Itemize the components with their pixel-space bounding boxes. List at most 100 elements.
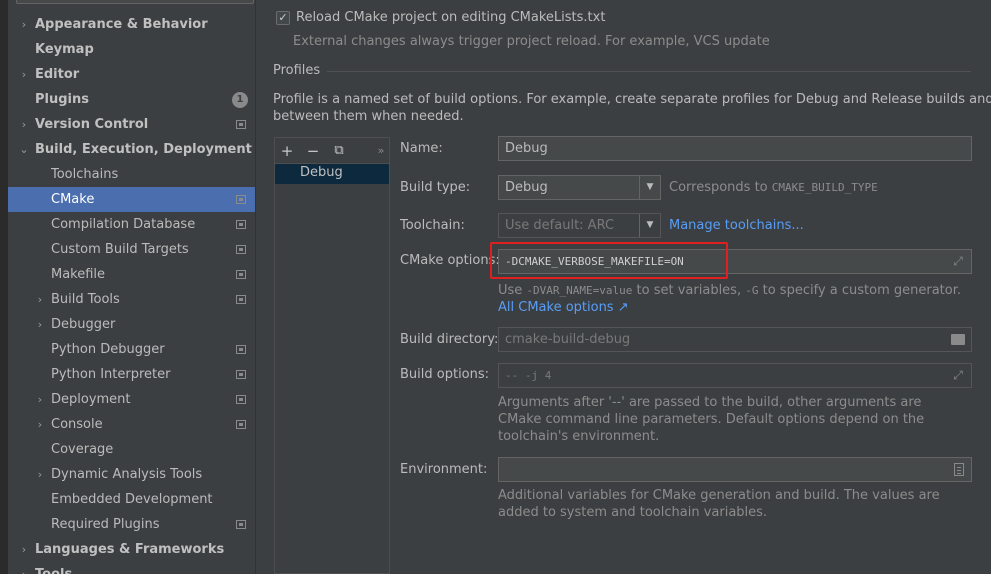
profiles-separator (327, 71, 971, 72)
sidebar-item-toolchains[interactable]: Toolchains (8, 162, 255, 187)
chevron-right-icon[interactable]: › (18, 62, 30, 87)
reload-checkbox[interactable]: ✓ (276, 11, 290, 25)
sidebar-item-cmake[interactable]: CMake (8, 187, 255, 212)
sidebar-item-python-debugger[interactable]: Python Debugger (8, 337, 255, 362)
chevron-right-icon[interactable]: › (34, 462, 46, 487)
profile-name-field[interactable]: Debug (498, 136, 972, 161)
build-directory-label: Build directory: (400, 332, 499, 347)
chevron-right-icon[interactable]: › (18, 12, 30, 37)
manage-toolchains-link[interactable]: Manage toolchains... (669, 218, 804, 233)
sidebar-item-custom-build-targets[interactable]: Custom Build Targets (8, 237, 255, 262)
reload-note: External changes always trigger project … (293, 34, 770, 49)
reload-checkbox-label: Reload CMake project on editing CMakeLis… (296, 10, 606, 25)
add-profile-button[interactable]: + (278, 142, 296, 160)
chevron-right-icon[interactable]: › (18, 562, 30, 574)
sidebar-item-label: Python Interpreter (51, 367, 171, 382)
project-scope-icon (236, 220, 246, 229)
sidebar-item-label: Build, Execution, Deployment (35, 142, 252, 157)
cmake-settings-panel: ✓ Reload CMake project on editing CMakeL… (257, 0, 991, 574)
sidebar-item-label: Compilation Database (51, 217, 196, 232)
chevron-down-icon[interactable]: ⌄ (18, 137, 30, 162)
project-scope-icon (236, 395, 246, 404)
build-directory-field[interactable]: cmake-build-debug (498, 327, 972, 352)
sidebar-item-label: Python Debugger (51, 342, 165, 357)
more-actions-button[interactable]: » (372, 142, 390, 160)
profile-list-item[interactable]: Debug (275, 164, 389, 184)
sidebar-item-editor[interactable]: › Editor (8, 62, 255, 87)
sidebar-item-required-plugins[interactable]: Required Plugins (8, 512, 255, 537)
sidebar-item-languages-frameworks[interactable]: › Languages & Frameworks (8, 537, 255, 562)
build-type-var: CMAKE_BUILD_TYPE (771, 181, 878, 194)
project-scope-icon (236, 270, 246, 279)
chevron-right-icon[interactable]: › (34, 312, 46, 337)
chevron-right-icon[interactable]: › (18, 537, 30, 562)
sidebar-item-label: Makefile (51, 267, 106, 282)
sidebar-item-label: Required Plugins (51, 517, 160, 532)
sidebar-item-keymap[interactable]: Keymap (8, 37, 255, 62)
profiles-description-line2: between them when needed. (273, 109, 464, 124)
sidebar-item-label: Custom Build Targets (51, 242, 189, 257)
build-type-note: Corresponds to CMAKE_BUILD_TYPE (669, 180, 878, 195)
hint-end: to specify a custom generator. (762, 283, 962, 298)
sidebar-item-appearance-behavior[interactable]: › Appearance & Behavior (8, 12, 255, 37)
project-scope-icon (236, 520, 246, 529)
sidebar-item-label: Appearance & Behavior (35, 17, 208, 32)
sidebar-item-deployment[interactable]: › Deployment (8, 387, 255, 412)
sidebar-item-label: CMake (51, 192, 95, 207)
build-options-field[interactable]: -- -j 4 ⤢ (498, 363, 972, 388)
project-scope-icon (236, 295, 246, 304)
document-icon[interactable] (954, 463, 964, 476)
sidebar-item-version-control[interactable]: › Version Control (8, 112, 255, 137)
project-scope-icon (236, 370, 246, 379)
sidebar-item-embedded-development[interactable]: Embedded Development (8, 487, 255, 512)
sidebar-item-python-interpreter[interactable]: Python Interpreter (8, 362, 255, 387)
sidebar-item-compilation-database[interactable]: Compilation Database (8, 212, 255, 237)
sidebar-item-label: Toolchains (51, 167, 119, 182)
chevron-right-icon[interactable]: › (18, 112, 30, 137)
hint-mid: to set variables, (636, 283, 742, 298)
chevron-down-icon: ▼ (639, 214, 660, 237)
name-label: Name: (400, 141, 443, 156)
sidebar-item-console[interactable]: › Console (8, 412, 255, 437)
build-type-label: Build type: (400, 180, 471, 195)
sidebar-item-dynamic-analysis-tools[interactable]: › Dynamic Analysis Tools (8, 462, 255, 487)
sidebar-item-label: Languages & Frameworks (35, 542, 225, 557)
chevron-right-icon[interactable]: › (34, 387, 46, 412)
sidebar-item-build-execution-deployment[interactable]: ⌄ Build, Execution, Deployment (8, 137, 255, 162)
profile-list-item-label: Debug (300, 165, 343, 180)
left-edge-strip (0, 0, 8, 574)
sidebar-item-label: Keymap (35, 42, 94, 57)
settings-search-input[interactable] (16, 0, 254, 4)
expand-icon[interactable]: ⤢ (951, 368, 965, 382)
sidebar-item-build-tools[interactable]: › Build Tools (8, 287, 255, 312)
sidebar-item-coverage[interactable]: Coverage (8, 437, 255, 462)
profiles-header: Profiles (273, 63, 321, 78)
all-cmake-options-link[interactable]: All CMake options ↗ (498, 300, 629, 315)
folder-icon[interactable] (951, 334, 965, 345)
sidebar-item-debugger[interactable]: › Debugger (8, 312, 255, 337)
environment-field[interactable] (498, 457, 972, 482)
cmake-options-hint: Use -DVAR_NAME=value to set variables, -… (498, 283, 961, 298)
sidebar-item-makefile[interactable]: Makefile (8, 262, 255, 287)
build-options-note-line2: CMake command line parameters. Default o… (498, 412, 925, 427)
environment-note-line2: added to system and toolchain variables. (498, 505, 768, 520)
chevron-down-icon: ▼ (639, 176, 660, 199)
sidebar-item-label: Editor (35, 67, 80, 82)
build-options-note-line1: Arguments after '--' are passed to the b… (498, 395, 922, 410)
sidebar-item-label: Coverage (51, 442, 114, 457)
expand-icon[interactable]: ⤢ (951, 254, 965, 268)
project-scope-icon (236, 420, 246, 429)
toolchain-select[interactable]: Use default: ARC ▼ (498, 213, 661, 238)
sidebar-item-plugins[interactable]: Plugins 1 (8, 87, 255, 112)
build-type-select[interactable]: Debug ▼ (498, 175, 661, 200)
copy-profile-button[interactable]: ⧉ (330, 142, 348, 160)
cmake-options-label: CMake options: (400, 253, 500, 268)
sidebar-item-tools[interactable]: › Tools (8, 562, 255, 574)
hint-var: -DVAR_NAME=value (526, 284, 633, 297)
remove-profile-button[interactable]: − (304, 142, 322, 160)
environment-note-line1: Additional variables for CMake generatio… (498, 488, 940, 503)
chevron-right-icon[interactable]: › (34, 412, 46, 437)
chevron-right-icon[interactable]: › (34, 287, 46, 312)
toolchain-value: Use default: ARC (505, 218, 615, 233)
sidebar-item-label: Console (51, 417, 103, 432)
